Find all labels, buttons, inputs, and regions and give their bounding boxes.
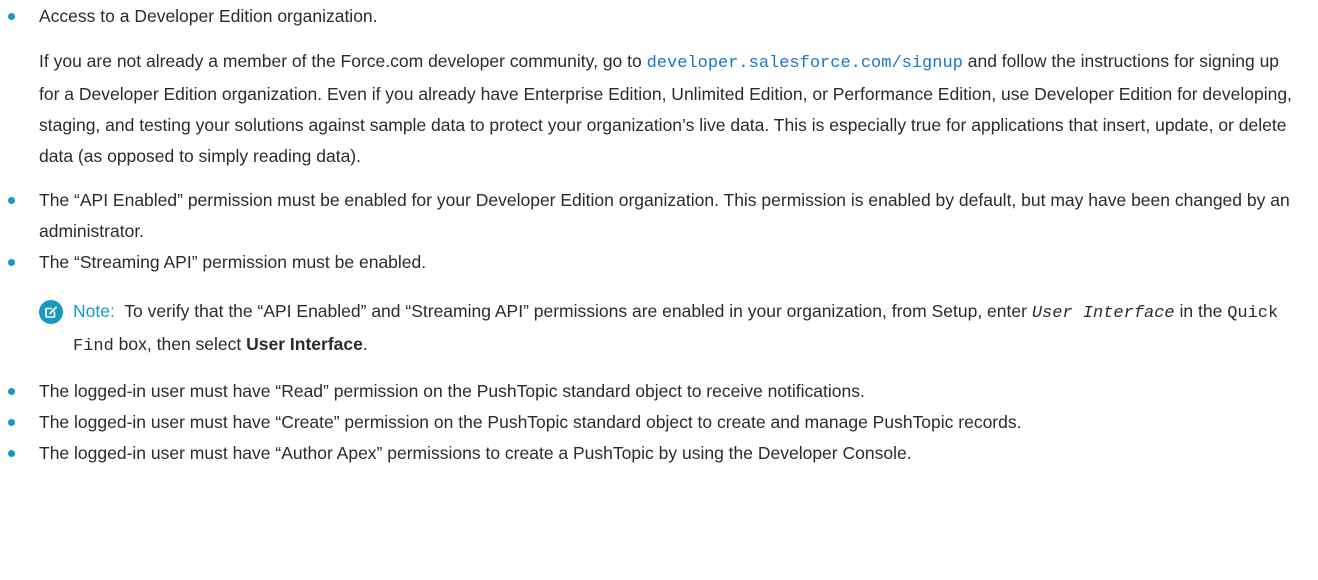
list-item-api-enabled: The “API Enabled” permission must be ena… bbox=[0, 185, 1318, 247]
note-edit-icon bbox=[39, 300, 63, 324]
note-text-end: . bbox=[362, 334, 368, 354]
note-text-before: To verify that the “API Enabled” and “St… bbox=[124, 301, 1032, 321]
list-item-author-apex: The logged-in user must have “Author Ape… bbox=[0, 438, 1318, 469]
note-text: Note: To verify that the “API Enabled” a… bbox=[73, 296, 1300, 362]
list-item-create-permission: The logged-in user must have “Create” pe… bbox=[0, 407, 1318, 438]
note-label: Note: bbox=[73, 301, 115, 321]
bold-user-interface: User Interface bbox=[246, 334, 363, 354]
list-item-text: The “Streaming API” permission must be e… bbox=[39, 252, 427, 272]
signup-text-before: If you are not already a member of the F… bbox=[39, 51, 647, 71]
documentation-page: Access to a Developer Edition organizati… bbox=[0, 0, 1318, 580]
bullet-icon bbox=[8, 388, 15, 395]
bullet-icon bbox=[8, 259, 15, 266]
bullet-icon bbox=[8, 197, 15, 204]
signup-link[interactable]: developer.salesforce.com/signup bbox=[647, 54, 963, 73]
code-user-interface: User Interface bbox=[1031, 304, 1175, 323]
list-item-read-permission: The logged-in user must have “Read” perm… bbox=[0, 376, 1318, 407]
bullet-icon bbox=[8, 450, 15, 457]
signup-paragraph: If you are not already a member of the F… bbox=[39, 46, 1300, 172]
note-text-box-select: box, then select bbox=[113, 334, 247, 354]
note-text-in-the: in the bbox=[1174, 301, 1228, 321]
list-item-developer-edition: Access to a Developer Edition organizati… bbox=[0, 1, 1318, 172]
list-item-streaming-api: The “Streaming API” permission must be e… bbox=[0, 247, 1318, 362]
bullet-icon bbox=[8, 13, 15, 20]
list-item-text: Access to a Developer Edition organizati… bbox=[39, 6, 378, 26]
note-block: Note: To verify that the “API Enabled” a… bbox=[39, 296, 1300, 362]
requirements-list: Access to a Developer Edition organizati… bbox=[0, 1, 1318, 469]
bullet-icon bbox=[8, 419, 15, 426]
list-item-text: The “API Enabled” permission must be ena… bbox=[39, 190, 1290, 241]
list-item-text: The logged-in user must have “Create” pe… bbox=[39, 412, 1022, 432]
list-item-text: The logged-in user must have “Read” perm… bbox=[39, 381, 865, 401]
list-item-text: The logged-in user must have “Author Ape… bbox=[39, 443, 912, 463]
